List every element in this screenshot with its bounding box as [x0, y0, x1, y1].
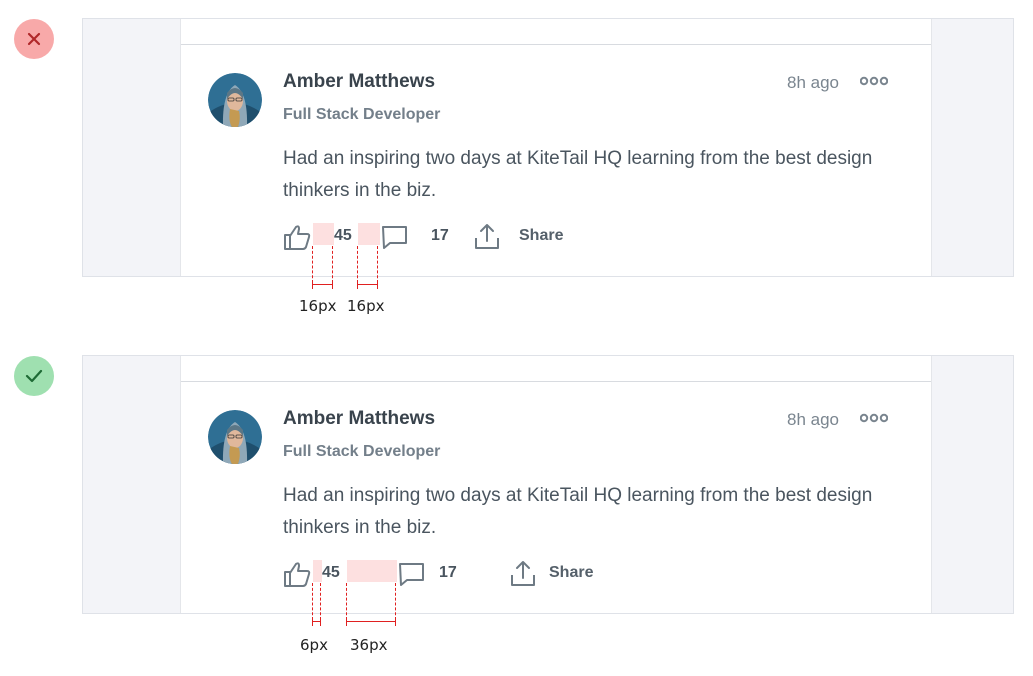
measure-tick — [312, 617, 313, 626]
share-button[interactable]: Share — [549, 564, 593, 582]
spacing-highlight — [313, 223, 334, 245]
measure-tick — [377, 280, 378, 289]
spacing-highlight — [313, 560, 322, 582]
measure-tick — [395, 617, 396, 626]
card-divider — [181, 44, 931, 45]
measure-tick — [320, 617, 321, 626]
comment-icon[interactable] — [380, 224, 410, 250]
post-card: Amber Matthews Full Stack Developer 8h a… — [180, 356, 932, 613]
measure-label-like-gap: 6px — [300, 636, 328, 654]
measure-line — [312, 284, 332, 285]
spacing-highlight — [347, 560, 397, 582]
author-role: Full Stack Developer — [283, 443, 441, 460]
measure-line — [346, 621, 395, 622]
post-actions: 45 17 Share — [283, 560, 683, 590]
comment-count: 17 — [431, 227, 449, 244]
author-name[interactable]: Amber Matthews — [283, 71, 435, 93]
post-time: 8h ago — [787, 410, 839, 429]
comment-count: 17 — [439, 564, 457, 581]
measure-line — [357, 284, 377, 285]
measure-line — [312, 621, 320, 622]
author-name[interactable]: Amber Matthews — [283, 408, 435, 430]
card-divider — [181, 381, 931, 382]
x-icon — [27, 32, 41, 46]
post-text: Had an inspiring two days at KiteTail HQ… — [283, 148, 873, 201]
like-count: 45 — [322, 564, 340, 581]
measure-label-comment-gap: 36px — [350, 636, 388, 654]
comment-icon[interactable] — [397, 561, 427, 587]
thumbs-up-icon[interactable] — [283, 560, 313, 588]
post-frame: Amber Matthews Full Stack Developer 8h a… — [82, 355, 1014, 614]
avatar[interactable] — [208, 73, 262, 127]
post-actions: 45 17 Share — [283, 223, 683, 253]
more-options-icon[interactable] — [860, 413, 888, 423]
check-icon — [25, 369, 43, 383]
correct-badge — [14, 356, 54, 396]
post-text: Had an inspiring two days at KiteTail HQ… — [283, 485, 873, 538]
post-card: Amber Matthews Full Stack Developer 8h a… — [180, 19, 932, 276]
post-time: 8h ago — [787, 73, 839, 92]
share-icon[interactable] — [509, 558, 537, 588]
measure-tick — [312, 280, 313, 289]
measure-tick — [332, 280, 333, 289]
measure-tick — [357, 280, 358, 289]
spacing-highlight — [358, 223, 380, 245]
share-button[interactable]: Share — [519, 227, 563, 245]
post-frame: Amber Matthews Full Stack Developer 8h a… — [82, 18, 1014, 277]
share-icon[interactable] — [473, 221, 501, 251]
measure-label-like-gap: 16px — [299, 297, 337, 315]
measure-label-comment-gap: 16px — [347, 297, 385, 315]
incorrect-badge — [14, 19, 54, 59]
measure-tick — [346, 617, 347, 626]
thumbs-up-icon[interactable] — [283, 223, 313, 251]
like-count: 45 — [334, 227, 352, 244]
correct-example: Amber Matthews Full Stack Developer 8h a… — [0, 337, 1033, 675]
more-options-icon[interactable] — [860, 76, 888, 86]
avatar[interactable] — [208, 410, 262, 464]
incorrect-example: Amber Matthews Full Stack Developer 8h a… — [0, 0, 1033, 338]
author-role: Full Stack Developer — [283, 106, 441, 123]
